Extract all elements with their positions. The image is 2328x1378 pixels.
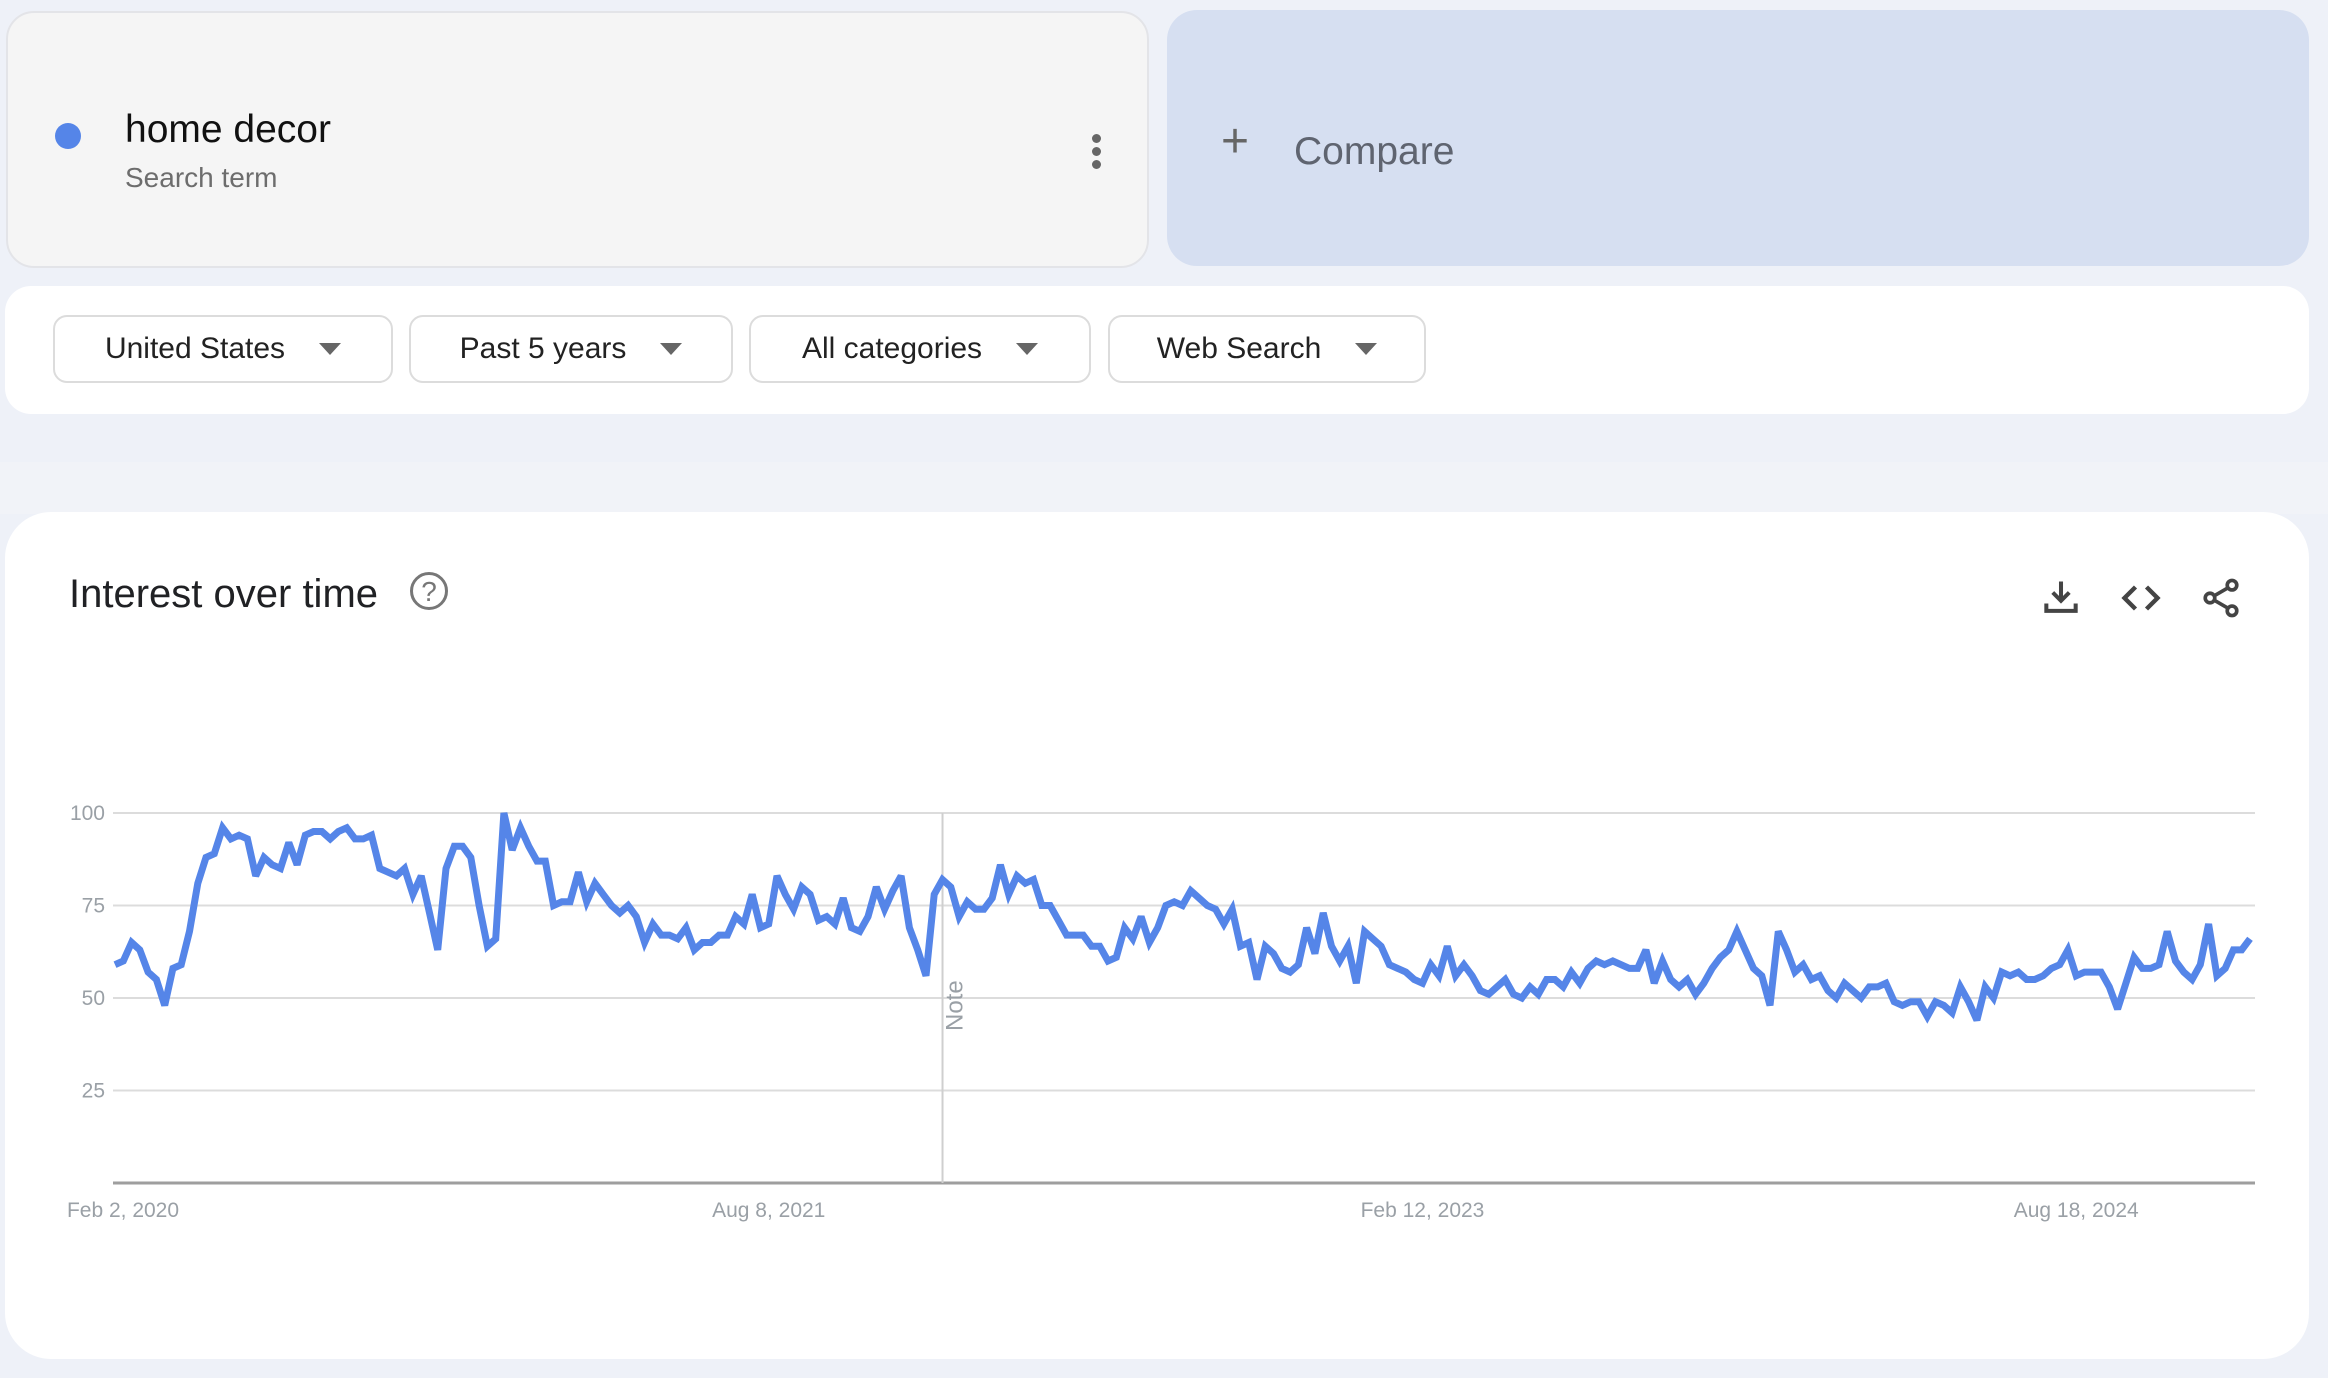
- region-filter-dropdown[interactable]: United States: [53, 315, 393, 383]
- x-tick-label: Feb 2, 2020: [67, 1199, 179, 1222]
- y-tick-label: 75: [82, 895, 105, 918]
- compare-button[interactable]: + Compare: [1167, 10, 2309, 266]
- y-tick-label: 50: [82, 987, 105, 1010]
- series-color-dot: [55, 123, 81, 149]
- x-tick-label: Feb 12, 2023: [1361, 1199, 1485, 1222]
- search-term-name: home decor: [125, 108, 331, 151]
- interest-line-chart: 25 50 75 100 Feb 2, 2020 Aug 8, 2021 Feb 12, …: [67, 802, 2255, 1222]
- region-filter-label: United States: [104, 332, 286, 365]
- search-type-filter-label: Web Search: [1156, 332, 1322, 365]
- more-vert-icon[interactable]: [1086, 134, 1106, 176]
- category-filter-label: All categories: [801, 332, 983, 365]
- time-range-filter-label: Past 5 years: [459, 332, 627, 365]
- section-separator: [0, 462, 2328, 514]
- x-tick-label: Aug 18, 2024: [2014, 1199, 2139, 1222]
- search-term-card[interactable]: home decor Search term: [6, 11, 1149, 268]
- interest-over-time-card: Interest over time ? 25 50 75 100 Feb 2, 20…: [5, 512, 2309, 1359]
- filter-bar: United States Past 5 years All categorie…: [5, 286, 2309, 414]
- x-tick-label: Aug 8, 2021: [712, 1199, 825, 1222]
- caret-down-icon: [1016, 343, 1039, 355]
- y-tick-label: 25: [82, 1080, 105, 1103]
- compare-label: Compare: [1294, 130, 1455, 173]
- time-range-filter-dropdown[interactable]: Past 5 years: [409, 315, 733, 383]
- category-filter-dropdown[interactable]: All categories: [749, 315, 1091, 383]
- caret-down-icon: [660, 343, 683, 355]
- note-label: Note: [942, 980, 969, 1031]
- caret-down-icon: [1355, 343, 1378, 355]
- series-line-home-decor: [113, 812, 2253, 1024]
- y-tick-label: 100: [70, 802, 105, 825]
- caret-down-icon: [319, 343, 342, 355]
- search-term-subtitle: Search term: [125, 162, 278, 193]
- search-type-filter-dropdown[interactable]: Web Search: [1108, 315, 1426, 383]
- plus-icon: +: [1221, 115, 1250, 168]
